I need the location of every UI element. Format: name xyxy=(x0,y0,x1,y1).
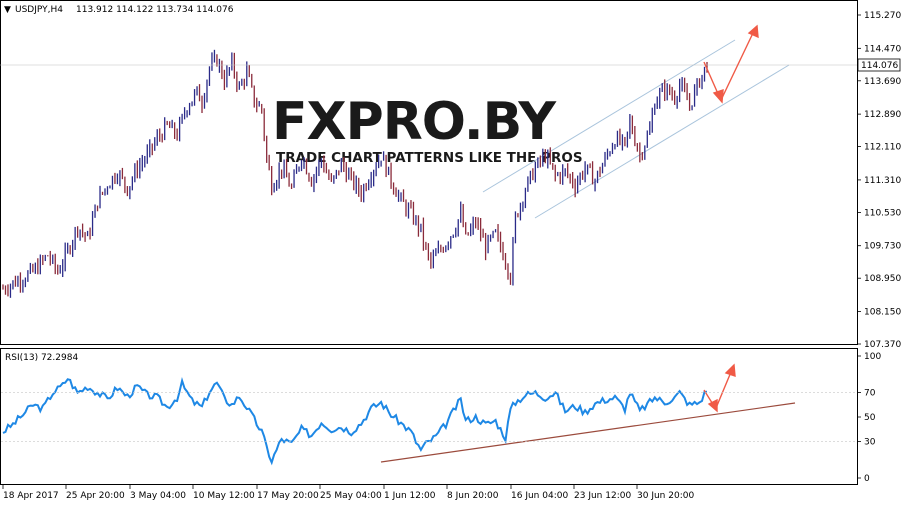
chart-canvas: FXPRO.BY TRADE CHART PATTERNS LIKE THE P… xyxy=(0,0,901,501)
rsi-tick-label: 0 xyxy=(864,474,870,484)
time-tick-label: 25 May 04:00 xyxy=(320,491,382,501)
time-tick-label: 23 Jun 12:00 xyxy=(574,491,631,501)
time-tick-label: 18 Apr 2017 xyxy=(3,491,59,501)
ohlc-quote: 113.912 114.122 113.734 114.076 xyxy=(76,5,234,15)
time-tick-label: 3 May 04:00 xyxy=(130,491,186,501)
price-panel-frame xyxy=(0,0,858,345)
time-tick-label: 25 Apr 20:00 xyxy=(66,491,125,501)
price-tick-label: 114.470 xyxy=(864,44,901,54)
time-tick-label: 16 Jun 04:00 xyxy=(511,491,568,501)
price-tick-label: 109.730 xyxy=(864,242,901,252)
time-tick-label: 8 Jun 20:00 xyxy=(447,491,499,501)
price-tick-label: 110.530 xyxy=(864,208,901,218)
time-tick-label: 1 Jun 12:00 xyxy=(384,491,436,501)
price-tick-label: 112.890 xyxy=(864,110,901,120)
time-tick-label: 10 May 12:00 xyxy=(193,491,255,501)
price-tick-label: 108.150 xyxy=(864,308,901,318)
watermark-logo: FXPRO.BY xyxy=(272,92,557,152)
time-tick-label: 30 Jun 20:00 xyxy=(637,491,694,501)
price-tick-label: 111.310 xyxy=(864,176,901,186)
rsi-tick-label: 50 xyxy=(864,413,876,423)
rsi-title: RSI(13) 72.2984 xyxy=(5,353,78,363)
price-tick-label: 113.690 xyxy=(864,77,901,87)
rsi-tick-label: 100 xyxy=(864,352,881,362)
chart-title: USDJPY,H4 xyxy=(15,5,63,15)
rsi-tick-label: 30 xyxy=(864,437,876,447)
price-tick-label: 108.950 xyxy=(864,274,901,284)
time-tick-label: 17 May 20:00 xyxy=(257,491,319,501)
rsi-panel-frame xyxy=(0,348,858,485)
symbol-dropdown-icon[interactable]: ▼ xyxy=(4,5,11,15)
watermark: FXPRO.BY TRADE CHART PATTERNS LIKE THE P… xyxy=(272,92,583,166)
price-tick-label: 107.370 xyxy=(864,340,901,350)
rsi-tick-label: 70 xyxy=(864,389,876,399)
time-axis: 18 Apr 2017 25 Apr 20:00 3 May 04:00 10 May… xyxy=(2,485,694,501)
price-tick-label: 115.270 xyxy=(864,11,901,21)
current-price-tag: 114.076 xyxy=(861,61,898,71)
price-tick-label: 112.110 xyxy=(864,143,901,153)
